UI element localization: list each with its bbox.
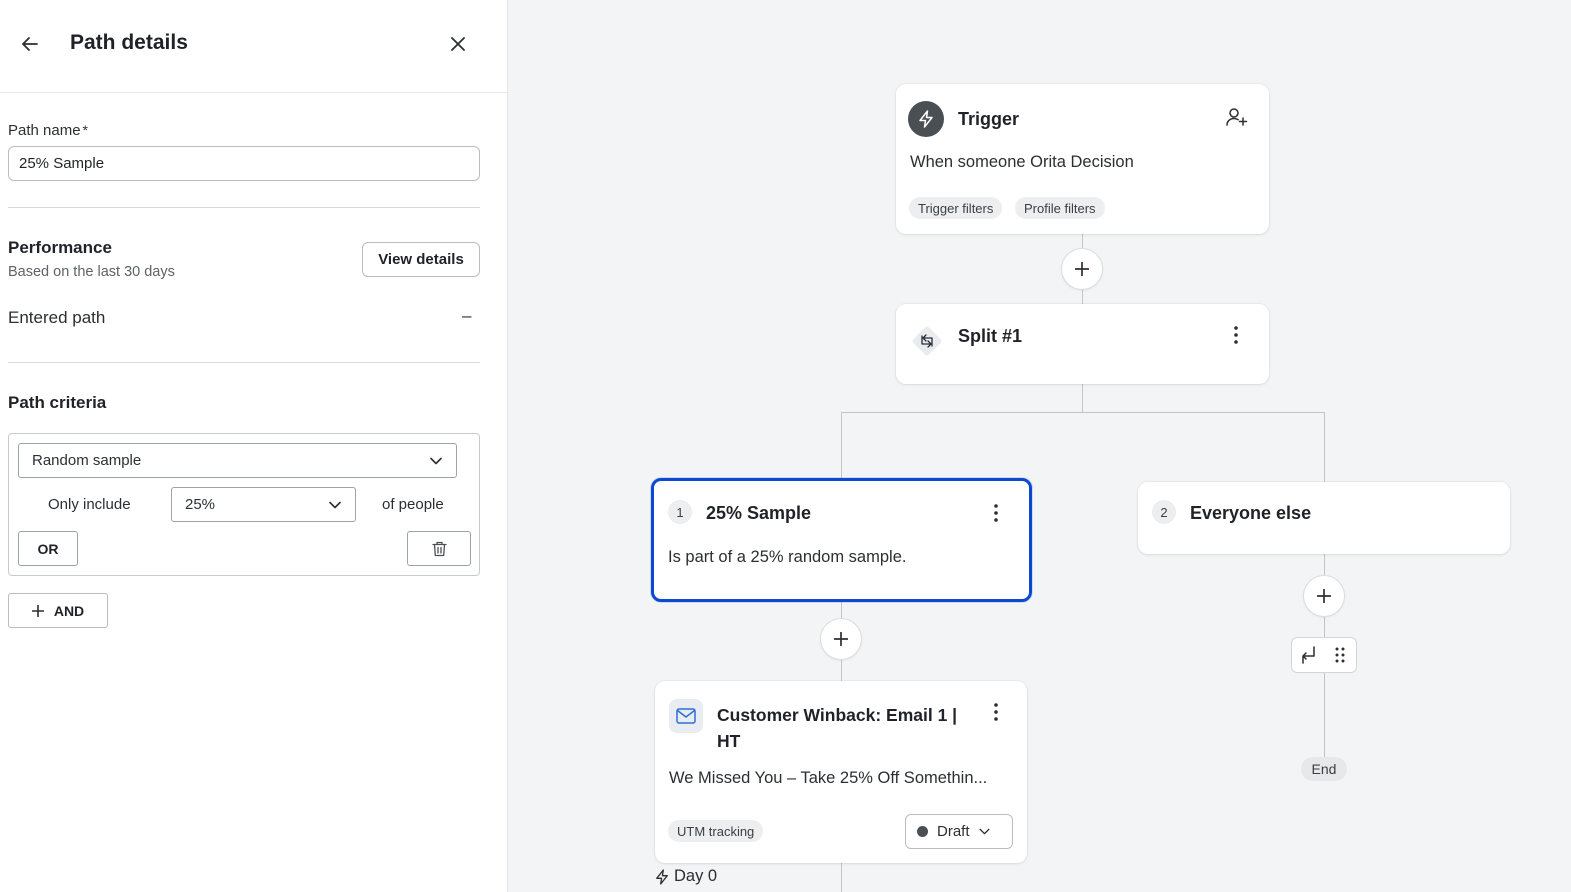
- divider: [8, 207, 480, 208]
- day-label-text: Day 0: [674, 867, 718, 885]
- branch-toolbar: [1291, 637, 1357, 673]
- flow-canvas[interactable]: Trigger When someone Orita Decision Trig…: [521, 0, 1571, 892]
- close-button[interactable]: [442, 29, 474, 59]
- connector: [841, 412, 842, 480]
- connector: [841, 862, 842, 892]
- profile-filters-chip[interactable]: Profile filters: [1015, 197, 1105, 219]
- percent-select[interactable]: 25%: [171, 487, 356, 522]
- lightning-icon: [656, 868, 668, 885]
- kebab-icon: [994, 504, 998, 522]
- add-user-icon: [1226, 108, 1248, 126]
- add-user-button[interactable]: [1222, 104, 1252, 130]
- status-select[interactable]: Draft: [905, 814, 1013, 849]
- mail-icon: [669, 699, 703, 733]
- chevron-down-icon: [978, 828, 990, 835]
- email-title-line2: HT: [717, 731, 741, 751]
- split-title: Split #1: [958, 326, 1023, 346]
- drag-handle-icon[interactable]: [1324, 638, 1356, 672]
- add-step-button[interactable]: [1061, 248, 1103, 290]
- split-card[interactable]: Split #1: [896, 304, 1269, 384]
- email-title: Customer Winback: Email 1 | HT: [717, 702, 957, 754]
- delete-criteria-button[interactable]: [407, 531, 471, 566]
- plus-icon: [1075, 262, 1089, 276]
- criteria-type-select[interactable]: Random sample: [18, 443, 457, 478]
- or-button[interactable]: OR: [18, 531, 78, 566]
- criteria-type-value: Random sample: [32, 452, 142, 469]
- panel-header: Path details: [0, 0, 508, 93]
- split-menu-button[interactable]: [1226, 322, 1246, 348]
- back-arrow-icon: [22, 37, 38, 51]
- of-people-label: of people: [382, 496, 444, 513]
- branch-card-everyone-else[interactable]: 2 Everyone else: [1138, 482, 1510, 554]
- path-name-label-text: Path name: [8, 122, 81, 139]
- trigger-description: When someone Orita Decision: [910, 153, 1134, 171]
- chevron-down-icon: [430, 457, 442, 465]
- trigger-card[interactable]: Trigger When someone Orita Decision Trig…: [896, 84, 1269, 234]
- email-subject: We Missed You – Take 25% Off Somethin...: [669, 769, 988, 787]
- branch-menu-button[interactable]: [986, 500, 1006, 526]
- kebab-icon: [1234, 326, 1238, 344]
- email-menu-button[interactable]: [986, 699, 1006, 725]
- kebab-icon: [994, 703, 998, 721]
- email-title-line1: Customer Winback: Email 1 |: [717, 705, 958, 725]
- required-mark: *: [82, 122, 88, 138]
- panel-title: Path details: [70, 31, 188, 54]
- entered-path-value: –: [462, 306, 472, 325]
- path-name-input[interactable]: [8, 146, 480, 181]
- path-name-label: Path name *: [8, 122, 88, 139]
- add-and-button[interactable]: AND: [8, 593, 108, 628]
- plus-icon: [1317, 589, 1331, 603]
- branch-number-badge: 2: [1152, 500, 1176, 524]
- status-dot: [917, 826, 928, 837]
- plus-icon: [834, 632, 848, 646]
- end-label: End: [1301, 757, 1347, 781]
- and-label: AND: [53, 602, 85, 619]
- performance-subtitle: Based on the last 30 days: [8, 264, 175, 280]
- add-step-button[interactable]: [1303, 575, 1345, 617]
- branch-icon[interactable]: [1292, 638, 1324, 672]
- split-icon: [908, 322, 946, 360]
- entered-path-label: Entered path: [8, 308, 106, 327]
- only-include-label: Only include: [48, 496, 131, 513]
- connector: [841, 412, 1324, 413]
- path-details-panel: Path details Path name* Performance Base…: [0, 0, 508, 892]
- view-details-button[interactable]: View details: [362, 242, 480, 277]
- chevron-down-icon: [329, 501, 341, 509]
- branch-description: Is part of a 25% random sample.: [668, 548, 907, 566]
- status-value: Draft: [937, 823, 970, 840]
- add-step-button[interactable]: [820, 618, 862, 660]
- path-criteria-title: Path criteria: [8, 393, 107, 412]
- criteria-group: Random sample Only include 25% of people…: [8, 433, 480, 576]
- back-button[interactable]: [14, 29, 46, 59]
- branch-number-badge: 1: [668, 500, 692, 524]
- performance-title: Performance: [8, 238, 112, 257]
- divider: [8, 362, 480, 363]
- trash-icon: [431, 541, 447, 556]
- lightning-icon: [908, 101, 944, 137]
- close-icon: [451, 37, 465, 51]
- trigger-filters-chip[interactable]: Trigger filters: [909, 197, 1003, 219]
- connector: [1324, 412, 1325, 484]
- branch-title: Everyone else: [1190, 503, 1312, 523]
- connector: [1082, 383, 1083, 413]
- plus-icon: [31, 604, 44, 617]
- branch-title: 25% Sample: [706, 503, 812, 523]
- day-label: Day 0: [655, 867, 717, 886]
- trigger-title: Trigger: [958, 109, 1020, 129]
- email-card[interactable]: Customer Winback: Email 1 | HT We Missed…: [655, 681, 1027, 863]
- branch-card-25-sample[interactable]: 1 25% Sample Is part of a 25% random sam…: [651, 478, 1032, 602]
- utm-tracking-chip: UTM tracking: [668, 820, 764, 842]
- percent-value: 25%: [185, 496, 216, 513]
